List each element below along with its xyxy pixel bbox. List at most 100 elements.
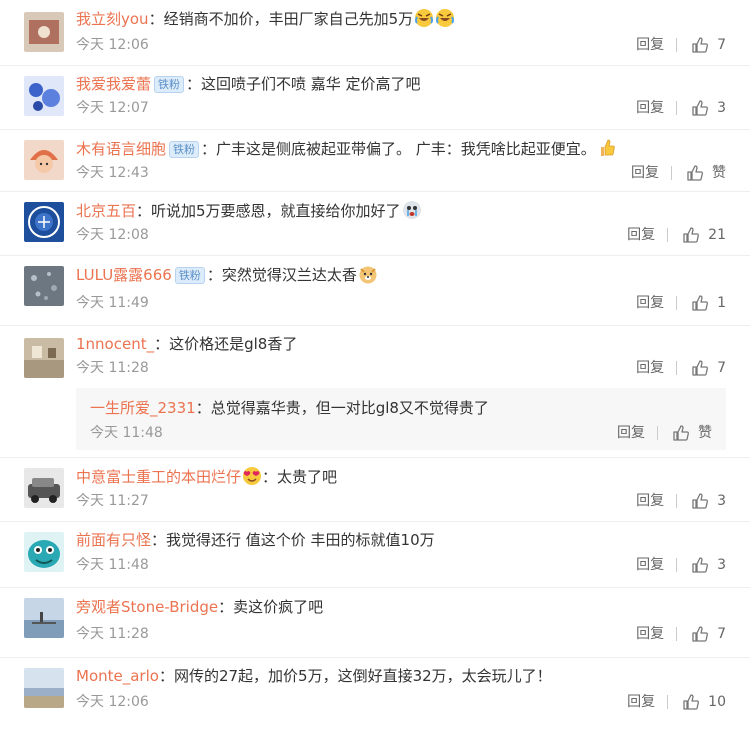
comment-item: 1nnocent_：这价格还是gl8香了 今天 11:28 回复 7 一生所爱_… <box>0 326 750 458</box>
divider <box>676 101 678 115</box>
avatar[interactable] <box>24 338 64 378</box>
thumbs-up-icon <box>692 100 709 116</box>
reply-button[interactable]: 回复 <box>636 556 664 574</box>
like-button[interactable]: 赞 <box>672 424 712 442</box>
reply-button[interactable]: 回复 <box>636 492 664 510</box>
comment-author[interactable]: 我爱我爱蕾 <box>76 75 151 93</box>
comment-time: 今天 11:48 <box>90 425 163 441</box>
comment-time: 今天 11:49 <box>76 295 149 311</box>
thumbs-up-icon <box>673 425 689 441</box>
comment-author[interactable]: 一生所爱_2331 <box>90 399 196 417</box>
comment-author[interactable]: 木有语言细胞 <box>76 140 166 158</box>
like-button[interactable]: 7 <box>691 359 726 377</box>
like-count: 7 <box>717 37 726 53</box>
thumbs-up-icon <box>683 694 700 710</box>
comment-time: 今天 11:28 <box>76 626 149 642</box>
comment-time: 今天 12:06 <box>76 37 149 53</box>
laugh-cry-icon <box>436 9 455 27</box>
comment-time: 今天 11:48 <box>76 557 149 573</box>
like-button[interactable]: 赞 <box>686 164 726 182</box>
comment-text: ：听说加5万要感恩，就直接给你加好了 <box>136 202 401 220</box>
reply-button[interactable]: 回复 <box>627 693 655 711</box>
comment-author[interactable]: 前面有只怪 <box>76 531 151 549</box>
comment-time: 今天 12:07 <box>76 100 149 116</box>
comment-text: ：这价格还是gl8香了 <box>154 335 298 353</box>
laugh-cry-icon <box>415 9 434 27</box>
crying-face-icon <box>402 201 421 219</box>
like-count: 7 <box>717 360 726 376</box>
like-button[interactable]: 1 <box>691 294 726 312</box>
comment-time: 今天 11:28 <box>76 360 149 376</box>
comment-time: 今天 12:08 <box>76 227 149 243</box>
sub-reply: 一生所爱_2331：总觉得嘉华贵，但一对比gl8又不觉得贵了 今天 11:48 … <box>76 388 726 450</box>
avatar[interactable] <box>24 266 64 306</box>
comment-author[interactable]: 旁观者Stone-Bridge <box>76 598 218 616</box>
heart-eyes-icon <box>243 467 262 485</box>
comment-item: 北京五百：听说加5万要感恩，就直接给你加好了 今天 12:08 回复 21 <box>0 192 750 256</box>
thumbs-up-icon <box>692 37 709 53</box>
comment-text: ：我觉得还行 值这个价 丰田的标就值10万 <box>151 531 435 549</box>
like-count: 3 <box>717 100 726 116</box>
divider <box>676 38 678 52</box>
reply-button[interactable]: 回复 <box>627 226 655 244</box>
reply-button[interactable]: 回复 <box>636 36 664 54</box>
divider <box>667 228 669 242</box>
divider <box>667 695 669 709</box>
avatar[interactable] <box>24 598 64 638</box>
fan-badge: 铁粉 <box>174 267 205 284</box>
like-button[interactable]: 7 <box>691 625 726 643</box>
like-button[interactable]: 21 <box>682 226 726 244</box>
like-count: 10 <box>708 694 726 710</box>
comment-text: ：太贵了吧 <box>262 468 338 486</box>
comment-text: ：总觉得嘉华贵，但一对比gl8又不觉得贵了 <box>195 399 489 417</box>
comment-text: ：广丰这是侧底被起亚带偏了。 广丰：我凭啥比起亚便宜。 <box>201 140 596 158</box>
avatar[interactable] <box>24 76 64 116</box>
thumbs-up-icon <box>692 557 709 573</box>
comment-author[interactable]: 北京五百 <box>76 202 136 220</box>
comment-text: ：经销商不加价，丰田厂家自己先加5万 <box>148 10 414 28</box>
divider <box>676 494 678 508</box>
comment-text: ：卖这价疯了吧 <box>218 598 324 616</box>
comment-item: 旁观者Stone-Bridge：卖这价疯了吧 今天 11:28 回复 7 <box>0 588 750 658</box>
divider <box>676 296 678 310</box>
reply-button[interactable]: 回复 <box>636 625 664 643</box>
comment-text: ：网传的27起，加价5万，这倒好直接32万，太会玩儿了！ <box>158 667 552 685</box>
comment-item: 中意富士重工的本田烂仔 ：太贵了吧 今天 11:27 回复 3 <box>0 458 750 522</box>
comment-author[interactable]: Monte_arlo <box>76 667 159 685</box>
like-button[interactable]: 3 <box>691 99 726 117</box>
reply-button[interactable]: 回复 <box>636 99 664 117</box>
like-button[interactable]: 7 <box>691 36 726 54</box>
avatar[interactable] <box>24 668 64 708</box>
like-button[interactable]: 10 <box>682 693 726 711</box>
divider <box>671 166 672 180</box>
thumbs-up-icon <box>692 295 709 311</box>
comment-author[interactable]: LULU露露666 <box>76 266 172 284</box>
like-count: 3 <box>717 557 726 573</box>
avatar[interactable] <box>24 202 64 242</box>
comment-time: 今天 11:27 <box>76 493 149 509</box>
divider <box>657 426 658 440</box>
like-button[interactable]: 3 <box>691 556 726 574</box>
reply-button[interactable]: 回复 <box>631 164 659 182</box>
avatar[interactable] <box>24 532 64 572</box>
thumbs-up-icon <box>692 626 709 642</box>
comment-item: 前面有只怪：我觉得还行 值这个价 丰田的标就值10万 今天 11:48 回复 3 <box>0 522 750 588</box>
like-button[interactable]: 3 <box>691 492 726 510</box>
avatar[interactable] <box>24 140 64 180</box>
avatar[interactable] <box>24 468 64 508</box>
like-count: 赞 <box>698 425 712 441</box>
reply-button[interactable]: 回复 <box>636 359 664 377</box>
doge-icon <box>359 266 377 284</box>
divider <box>676 627 678 641</box>
reply-button[interactable]: 回复 <box>636 294 664 312</box>
divider <box>676 558 678 572</box>
comment-item: 我立刻you：经销商不加价，丰田厂家自己先加5万 今天 12:06 回复 7 <box>0 0 750 66</box>
comment-time: 今天 12:06 <box>76 694 149 710</box>
comment-author[interactable]: 我立刻you <box>76 10 149 28</box>
like-count: 赞 <box>712 165 726 181</box>
reply-button[interactable]: 回复 <box>617 424 645 442</box>
avatar[interactable] <box>24 12 64 52</box>
comment-author[interactable]: 中意富士重工的本田烂仔 <box>76 468 241 486</box>
comment-author[interactable]: 1nnocent_ <box>76 335 154 353</box>
comment-item: LULU露露666 铁粉 ：突然觉得汉兰达太香 今天 11:49 回复 1 <box>0 256 750 326</box>
